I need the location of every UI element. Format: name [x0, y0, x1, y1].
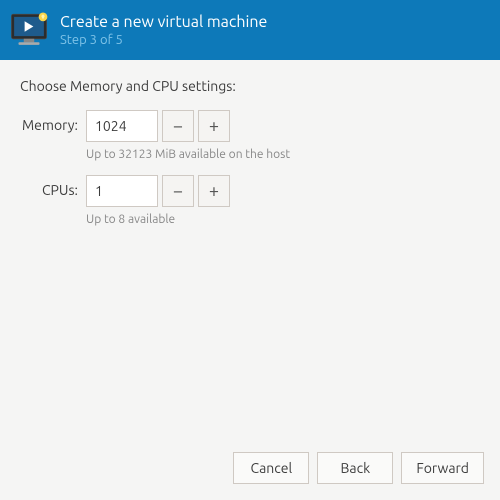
cpus-decrement-button[interactable]: −: [162, 175, 194, 207]
memory-input[interactable]: [86, 110, 158, 142]
wizard-header: Create a new virtual machine Step 3 of 5: [0, 0, 500, 60]
memory-controls: − + Up to 32123 MiB available on the hos…: [86, 110, 290, 161]
cpus-input[interactable]: [86, 175, 158, 207]
content-area: Choose Memory and CPU settings: Memory: …: [0, 60, 500, 438]
plus-icon: +: [209, 181, 219, 201]
minus-icon: −: [173, 116, 183, 136]
cpus-controls: − + Up to 8 available: [86, 175, 230, 226]
minus-icon: −: [173, 181, 183, 201]
cpus-hint: Up to 8 available: [86, 213, 230, 226]
memory-increment-button[interactable]: +: [198, 110, 230, 142]
wizard-footer: Cancel Back Forward: [0, 438, 500, 500]
header-text: Create a new virtual machine Step 3 of 5: [60, 12, 267, 48]
back-button[interactable]: Back: [317, 452, 393, 484]
memory-label: Memory:: [20, 110, 86, 133]
memory-spinner: − +: [86, 110, 290, 142]
cpus-increment-button[interactable]: +: [198, 175, 230, 207]
memory-decrement-button[interactable]: −: [162, 110, 194, 142]
instruction-text: Choose Memory and CPU settings:: [20, 78, 480, 94]
forward-button[interactable]: Forward: [401, 452, 484, 484]
wizard-title: Create a new virtual machine: [60, 12, 267, 32]
cpus-row: CPUs: − + Up to 8 available: [20, 175, 480, 226]
memory-row: Memory: − + Up to 32123 MiB available on…: [20, 110, 480, 161]
cpus-label: CPUs:: [20, 175, 86, 198]
wizard-step: Step 3 of 5: [60, 32, 267, 48]
vm-monitor-icon: [8, 9, 50, 51]
plus-icon: +: [209, 116, 219, 136]
memory-hint: Up to 32123 MiB available on the host: [86, 148, 290, 161]
cancel-button[interactable]: Cancel: [233, 452, 309, 484]
cpus-spinner: − +: [86, 175, 230, 207]
